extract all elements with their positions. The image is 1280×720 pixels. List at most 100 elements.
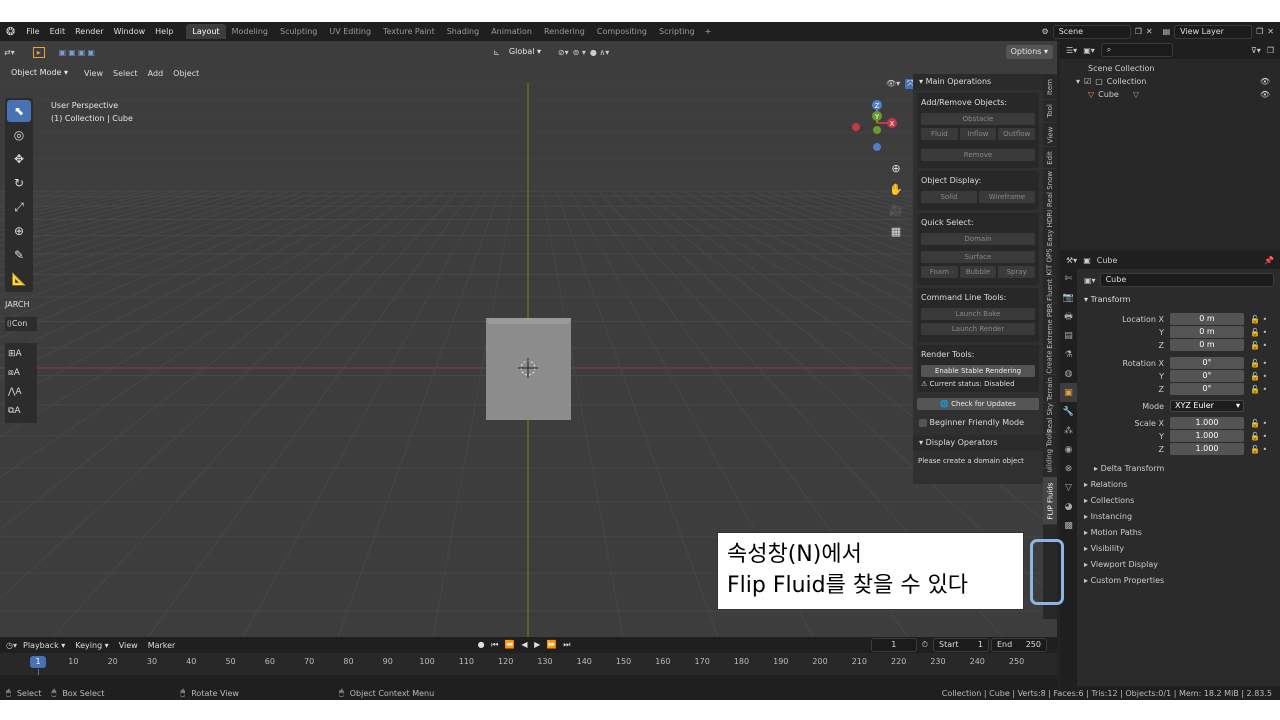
jarch-tool-3-icon[interactable]: ⋀A — [8, 383, 34, 402]
bubble-button[interactable]: Bubble — [959, 266, 997, 278]
section-viewport-display[interactable]: ▸ Viewport Display — [1084, 560, 1158, 569]
move-tool-icon[interactable]: ✥ — [7, 148, 31, 170]
viewport-menu-object[interactable]: Object — [169, 69, 203, 78]
outliner-search-input[interactable]: ⌕ — [1100, 43, 1173, 57]
object-mode-dropdown[interactable]: Object Mode ▾ — [6, 66, 78, 80]
lock-icon[interactable]: 🔓 • — [1250, 315, 1267, 324]
proportional-icon[interactable]: ● ∧▾ — [590, 48, 609, 57]
current-frame-field[interactable]: 1 — [870, 638, 917, 652]
menu-render[interactable]: Render — [70, 27, 108, 36]
n-panel-tab-item[interactable]: Item — [1043, 74, 1057, 100]
surface-button[interactable]: Surface — [921, 251, 1035, 263]
playback-menu[interactable]: Playback ▾ — [19, 641, 69, 650]
physics-tab-icon[interactable]: ◉ — [1060, 440, 1077, 459]
viewport-menu-add[interactable]: Add — [144, 69, 168, 78]
foam-button[interactable]: Foam — [921, 266, 958, 278]
section-collections[interactable]: ▸ Collections — [1084, 496, 1134, 505]
n-panel-tab-easy-hdri[interactable]: Easy HDRI — [1043, 209, 1057, 247]
lock-icon[interactable]: 🔓 • — [1250, 419, 1267, 428]
rotation-mode-dropdown[interactable]: XYZ Euler ▾ — [1170, 400, 1244, 412]
spray-button[interactable]: Spray — [998, 266, 1036, 278]
view-layer-field[interactable]: View Layer — [1174, 24, 1253, 39]
end-frame-field[interactable]: End 250 — [991, 638, 1047, 652]
workspace-tab-texture-paint[interactable]: Texture Paint — [377, 24, 441, 39]
constraints-tab-icon[interactable]: ⊗ — [1060, 459, 1077, 478]
view-layer-copy-icon[interactable]: ❐ — [1256, 27, 1263, 36]
modifier-tab-icon[interactable]: 🔧 — [1060, 402, 1077, 421]
location-z-field[interactable]: 0 m — [1170, 339, 1244, 351]
check-updates-button[interactable]: 🌐 Check for Updates — [917, 398, 1039, 410]
view-layer-icon[interactable]: ▤ — [1163, 27, 1171, 36]
scene-tab-icon[interactable]: ⚗ — [1060, 345, 1077, 364]
jarch-tool-2-icon[interactable]: ⧈A — [8, 364, 34, 383]
n-panel-tab-edit[interactable]: Edit — [1043, 147, 1057, 169]
new-collection-icon[interactable]: ❐ — [1267, 46, 1274, 55]
lock-icon[interactable]: 🔓 • — [1250, 341, 1267, 350]
n-panel-tab-create[interactable]: Create — [1043, 349, 1057, 375]
timeline-view-menu[interactable]: View — [115, 641, 142, 650]
n-panel-tab-flip-fluids[interactable]: FLIP Fluids — [1043, 477, 1057, 525]
annotate-tool-icon[interactable]: ✎ — [7, 244, 31, 266]
workspace-tab-modeling[interactable]: Modeling — [226, 24, 274, 39]
marker-menu[interactable]: Marker — [144, 641, 180, 650]
section-instancing[interactable]: ▸ Instancing — [1084, 512, 1132, 521]
snap-icon[interactable]: ⊚ ▾ — [573, 48, 586, 57]
zoom-icon[interactable]: ⊕ — [887, 158, 905, 179]
scale-y-field[interactable]: 1.000 — [1170, 430, 1244, 442]
outliner-type-icon[interactable]: ☰▾ — [1066, 46, 1077, 55]
solid-button[interactable]: Solid — [921, 191, 977, 203]
render-tab-icon[interactable]: 📷 — [1060, 288, 1077, 307]
stopwatch-icon[interactable]: ⏱ — [922, 640, 928, 650]
material-tab-icon[interactable]: ◕ — [1060, 497, 1077, 516]
n-panel-tab-uilding-tools[interactable]: uilding Tools — [1043, 429, 1057, 472]
filter-icon[interactable]: ⊽▾ — [1251, 46, 1261, 55]
lock-icon[interactable]: 🔓 • — [1250, 432, 1267, 441]
pan-hand-icon[interactable]: ✋ — [887, 179, 905, 200]
section-custom-properties[interactable]: ▸ Custom Properties — [1084, 576, 1164, 585]
n-panel-tab-kit-ops[interactable]: KIT OPS — [1043, 247, 1057, 277]
lock-icon[interactable]: 🔓 • — [1250, 385, 1267, 394]
particles-tab-icon[interactable]: ⁂ — [1060, 421, 1077, 440]
tool-tab-icon[interactable]: ✄ — [1060, 269, 1077, 288]
editor-type-icon[interactable]: ⇄▾ — [4, 48, 15, 57]
eye-icon[interactable]: 👁 — [1260, 90, 1270, 99]
workspace-tab-layout[interactable]: Layout — [186, 24, 226, 39]
timeline-ruler[interactable]: 1 10 20 30 40 50 60 70 80 90 100 110 120 130 140 150 160… — [0, 655, 1057, 669]
measure-tool-icon[interactable]: 📐 — [7, 268, 31, 290]
object-data-icon[interactable]: ▣▾ — [1084, 276, 1096, 285]
workspace-tab-scripting[interactable]: Scripting — [653, 24, 701, 39]
scale-z-field[interactable]: 1.000 — [1170, 443, 1244, 455]
main-operations-header[interactable]: ▾ Main Operations — [913, 74, 1043, 90]
eye-icon[interactable]: 👁 — [1260, 77, 1270, 86]
jarch-con-button[interactable]: ⌷Con — [5, 317, 37, 331]
select-box-icons[interactable]: ▣▣▣▣ — [59, 48, 97, 57]
blender-logo-icon[interactable]: ❂ — [0, 25, 21, 38]
data-tab-icon[interactable]: ▽ — [1060, 478, 1077, 497]
launch-render-button[interactable]: Launch Render — [921, 323, 1035, 335]
rotation-z-field[interactable]: 0° — [1170, 383, 1244, 395]
display-operators-header[interactable]: ▾ Display Operators — [913, 435, 1043, 451]
start-frame-field[interactable]: Start 1 — [933, 638, 989, 652]
scale-x-field[interactable]: 1.000 — [1170, 417, 1244, 429]
scene-icon[interactable]: ⚙ — [1042, 27, 1049, 36]
keying-menu[interactable]: Keying ▾ — [71, 641, 112, 650]
location-y-field[interactable]: 0 m — [1170, 326, 1244, 338]
workspace-tab-animation[interactable]: Animation — [485, 24, 538, 39]
workspace-tab-uv-editing[interactable]: UV Editing — [323, 24, 377, 39]
lock-icon[interactable]: 🔓 • — [1250, 445, 1267, 454]
enable-stable-rendering-button[interactable]: Enable Stable Rendering — [921, 365, 1035, 377]
section-relations[interactable]: ▸ Relations — [1084, 480, 1127, 489]
texture-tab-icon[interactable]: ▩ — [1060, 516, 1077, 535]
n-panel-tab-terrain[interactable]: Terrain — [1043, 375, 1057, 403]
properties-type-icon[interactable]: ⚒▾ — [1066, 256, 1077, 265]
options-dropdown[interactable]: Options ▾ — [1005, 45, 1053, 59]
obstacle-button[interactable]: Obstacle — [921, 113, 1035, 125]
outflow-button[interactable]: Outflow — [998, 128, 1036, 140]
scene-name-field[interactable]: Scene — [1052, 24, 1131, 39]
object-name-field[interactable]: Cube — [1099, 273, 1274, 287]
jarch-tool-4-icon[interactable]: ⧉A — [8, 402, 34, 421]
fluid-button[interactable]: Fluid — [921, 128, 958, 140]
outliner-display-icon[interactable]: ▣▾ — [1083, 46, 1095, 55]
playback-controls-icons[interactable]: ● ⏮ ⏪ ◀ ▶ ⏩ ⏭ — [478, 640, 573, 650]
checkbox-icon[interactable]: ☑ — [1084, 77, 1091, 86]
